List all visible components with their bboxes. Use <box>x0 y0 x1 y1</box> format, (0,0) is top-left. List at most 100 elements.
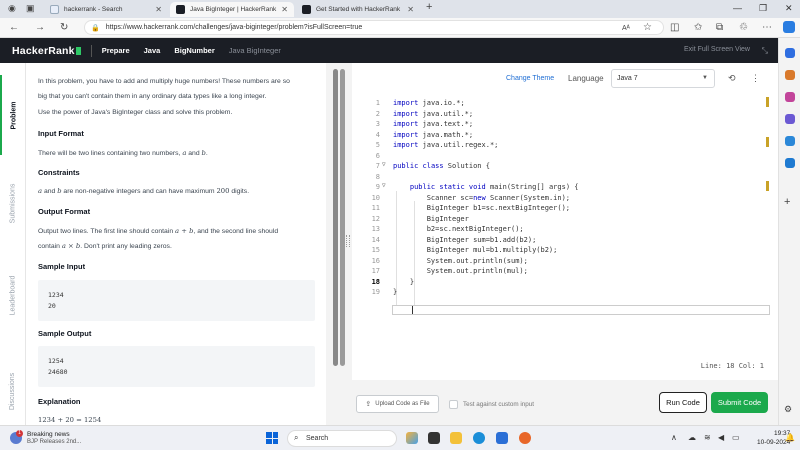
battery-icon[interactable]: ▭ <box>732 433 740 442</box>
store-icon[interactable] <box>496 432 508 444</box>
tab-problem[interactable]: Problem <box>0 75 26 155</box>
exit-fullscreen-link[interactable]: Exit Full Screen View <box>684 46 750 53</box>
breadcrumb-prepare[interactable]: Prepare <box>102 46 130 55</box>
edge-taskbar-icon[interactable] <box>473 432 485 444</box>
firefox-icon[interactable] <box>519 432 531 444</box>
tray-chevron-up-icon[interactable]: ∧ <box>671 433 677 442</box>
line-number: 14 <box>371 235 380 244</box>
line-number: 13 <box>371 225 380 233</box>
language-select[interactable]: Java 7 ▼ <box>611 69 715 88</box>
line-number: 15 <box>371 246 380 254</box>
copilot-icon[interactable] <box>783 21 795 33</box>
explanation-heading: Explanation <box>38 397 81 406</box>
breadcrumb-bignumber[interactable]: BigNumber <box>174 46 214 55</box>
line-number: 8 <box>375 172 380 181</box>
sidebar-settings-icon[interactable]: ⚙ <box>784 404 792 415</box>
close-window-icon[interactable]: ✕ <box>785 3 793 14</box>
cloud-icon[interactable]: ☁ <box>688 433 696 442</box>
pane-splitter[interactable] <box>344 63 352 425</box>
constraints-text: a and b are non-negative integers and ca… <box>38 184 320 199</box>
tab-submissions[interactable]: Submissions <box>0 163 26 243</box>
change-theme-link[interactable]: Change Theme <box>506 75 554 82</box>
back-icon[interactable]: ← <box>9 22 19 33</box>
tab-title: Get Started with HackerRank <box>316 6 401 13</box>
page-scrollbar[interactable] <box>340 69 345 366</box>
submit-code-button[interactable]: Submit Code <box>711 392 768 413</box>
keyword: void <box>468 183 486 191</box>
taskbar-search[interactable]: ⌕ Search <box>287 430 397 447</box>
input-format-text: There will be two lines containing two n… <box>38 146 320 161</box>
browser-tab-search[interactable]: hackerrank - Search ✕ <box>44 2 168 17</box>
fold-chevron-icon[interactable]: ▽ <box>382 182 386 189</box>
collections-icon[interactable]: ⧉ <box>716 22 723 33</box>
office-icon[interactable] <box>785 136 795 146</box>
notifications-icon[interactable]: 🔔 <box>785 433 795 442</box>
volume-icon[interactable]: ◀ <box>718 433 724 442</box>
wifi-icon[interactable]: ≋ <box>704 433 711 442</box>
close-tab-icon[interactable]: ✕ <box>155 5 162 14</box>
keyword: import <box>393 99 419 107</box>
forward-icon[interactable]: → <box>35 22 45 33</box>
maximize-icon[interactable]: ❐ <box>759 3 767 14</box>
task-view-icon[interactable] <box>428 432 440 444</box>
tab-label: Submissions <box>9 183 17 223</box>
search-sidebar-icon[interactable] <box>785 48 795 58</box>
refresh-icon[interactable]: ↻ <box>60 22 68 33</box>
extensions-icon[interactable]: ♲ <box>739 22 748 33</box>
hackerrank-logo[interactable]: HackerRank <box>12 45 81 57</box>
tab-actions-icon[interactable]: ▣ <box>26 3 35 14</box>
browser-tab-get-started[interactable]: Get Started with HackerRank ✕ <box>296 2 420 17</box>
outlook-icon[interactable] <box>785 158 795 168</box>
favorites-icon[interactable]: ✩ <box>694 22 702 33</box>
code-line: import java.util.regex.*; <box>393 141 499 149</box>
fold-chevron-icon[interactable]: ▽ <box>382 161 386 168</box>
start-button[interactable] <box>266 432 278 444</box>
editor-more-icon[interactable]: ⋮ <box>751 73 760 84</box>
sample-input-block: 1234 20 <box>38 280 315 321</box>
minimize-icon[interactable]: — <box>733 3 742 13</box>
run-code-button[interactable]: Run Code <box>659 392 707 413</box>
code-line: BigInteger sum=b1.add(b2); <box>393 235 537 244</box>
line-number: 12 <box>371 214 380 223</box>
keyword: import <box>393 109 419 118</box>
code-editor[interactable]: ▽ ▽ 1 2 3 4 5 6 7 8 9 10 11 12 13 14 15 16 17 18 19 import… <box>352 95 778 380</box>
chevron-down-icon: ▼ <box>702 75 708 81</box>
close-tab-icon[interactable]: ✕ <box>407 5 414 14</box>
exit-fullscreen-icon[interactable]: ⤡ <box>762 46 768 56</box>
add-sidebar-app-icon[interactable]: + <box>784 196 790 208</box>
output-format-heading: Output Format <box>38 207 91 216</box>
games-icon[interactable] <box>785 114 795 124</box>
logo-mark <box>75 46 81 55</box>
breadcrumb-java[interactable]: Java <box>144 46 161 55</box>
new-tab-button[interactable]: + <box>426 2 432 13</box>
restore-code-icon[interactable]: ⟲ <box>728 73 736 84</box>
tools-icon[interactable] <box>785 92 795 102</box>
news-subtitle: BJP Releases 2nd... <box>27 439 82 445</box>
read-aloud-icon[interactable]: Aᴬ <box>622 23 630 34</box>
tab-leaderboard[interactable]: Leaderboard <box>0 255 26 335</box>
profile-icon[interactable]: ◉ <box>8 3 16 14</box>
close-tab-icon[interactable]: ✕ <box>281 5 288 14</box>
custom-input-label: Test against custom input <box>463 401 535 408</box>
tab-discussions[interactable]: Discussions <box>0 351 26 431</box>
upload-code-button[interactable]: ⇪ Upload Code as File <box>356 395 439 413</box>
problem-scrollbar[interactable] <box>333 69 338 366</box>
browser-tab-java-biginteger[interactable]: Java BigInteger | HackerRank ✕ <box>170 2 294 17</box>
more-options-icon[interactable]: ⋯ <box>762 22 772 33</box>
breadcrumb-java-biginteger: Java BigInteger <box>228 46 281 55</box>
keyword: new <box>473 193 486 202</box>
tab-label: Discussions <box>9 372 17 410</box>
file-explorer-icon[interactable] <box>450 432 462 444</box>
line-number: 2 <box>375 109 380 118</box>
text: are non-negative integers and can have m… <box>61 188 217 195</box>
favorite-star-icon[interactable]: ☆ <box>643 22 652 33</box>
address-bar[interactable]: 🔒 https://www.hackerrank.com/challenges/… <box>84 20 664 35</box>
split-screen-icon[interactable]: ◫ <box>670 22 679 33</box>
custom-input-checkbox[interactable] <box>449 400 458 409</box>
search-icon: ⌕ <box>294 433 299 442</box>
editor-toolbar: Change Theme Language Java 7 ▼ ⟲ ⋮ <box>352 63 778 95</box>
copilot-taskbar-icon[interactable] <box>406 432 418 444</box>
keyword: public <box>409 183 436 191</box>
code-line: BigInteger mul=b1.multiply(b2); <box>393 246 558 254</box>
shopping-icon[interactable] <box>785 70 795 80</box>
